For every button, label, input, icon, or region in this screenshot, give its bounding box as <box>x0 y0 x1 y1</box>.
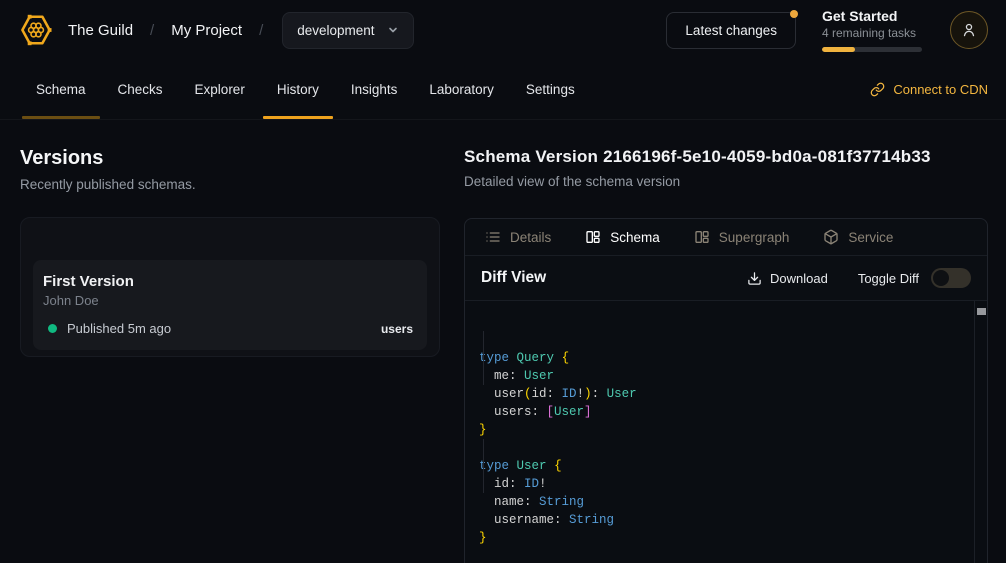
hive-logo-icon[interactable] <box>18 12 54 48</box>
toggle-diff-label: Toggle Diff <box>858 271 919 286</box>
tab-details[interactable]: Details <box>485 229 551 245</box>
scrollbar-thumb[interactable] <box>977 308 986 315</box>
columns-icon <box>694 229 710 245</box>
main-content: Versions Recently published schemas. Fir… <box>0 120 1006 563</box>
nav-tab-insights[interactable]: Insights <box>337 60 412 119</box>
versions-section: Versions Recently published schemas. Fir… <box>20 147 440 563</box>
code-line: users: [User] <box>479 403 973 421</box>
app-window: The Guild / My Project / development Lat… <box>0 0 1006 563</box>
version-list-item[interactable]: First Version John Doe Published 5m ago … <box>33 260 427 350</box>
chevron-down-icon <box>387 24 399 36</box>
breadcrumb-separator: / <box>150 22 154 39</box>
code-line <box>479 439 973 457</box>
progress-fill <box>822 47 855 52</box>
indent-guide <box>483 331 484 385</box>
diff-view-header: Diff View Download <box>465 256 987 301</box>
target-selector[interactable]: development <box>282 12 413 49</box>
nav-tab-laboratory[interactable]: Laboratory <box>415 60 508 119</box>
notification-dot <box>790 10 798 18</box>
person-icon <box>960 21 978 39</box>
breadcrumb-project[interactable]: My Project <box>171 22 242 39</box>
versions-subtitle: Recently published schemas. <box>20 177 440 192</box>
nav-tab-history[interactable]: History <box>263 60 333 119</box>
get-started-title: Get Started <box>822 8 922 24</box>
published-status-dot <box>48 324 57 333</box>
versions-list-card: First Version John Doe Published 5m ago … <box>20 217 440 357</box>
code-line: } <box>479 529 973 547</box>
version-status: Published 5m ago <box>67 321 171 336</box>
code-content: type Query { me: User user(id: ID!): Use… <box>479 349 973 547</box>
code-line: type User { <box>479 457 973 475</box>
version-detail-panel: Details Schema <box>464 218 988 563</box>
download-icon <box>747 271 762 286</box>
schema-code-viewer[interactable]: type Query { me: User user(id: ID!): Use… <box>465 301 987 563</box>
nav-tab-checks[interactable]: Checks <box>104 60 177 119</box>
code-line: type Query { <box>479 349 973 367</box>
code-line: user(id: ID!): User <box>479 385 973 403</box>
get-started-widget[interactable]: Get Started 4 remaining tasks <box>822 8 922 52</box>
link-icon <box>870 82 885 97</box>
schema-version-title: Schema Version 2166196f-5e10-4059-bd0a-0… <box>464 147 988 167</box>
latest-changes-button[interactable]: Latest changes <box>666 12 796 49</box>
tab-service[interactable]: Service <box>823 229 893 245</box>
toggle-knob <box>933 270 949 286</box>
get-started-subtitle: 4 remaining tasks <box>822 26 922 40</box>
code-line: id: ID! <box>479 475 973 493</box>
code-line: username: String <box>479 511 973 529</box>
tab-supergraph[interactable]: Supergraph <box>694 229 790 245</box>
version-service-badge: users <box>381 322 413 336</box>
breadcrumb-org[interactable]: The Guild <box>68 22 133 39</box>
code-line: } <box>479 421 973 439</box>
tab-underline <box>22 116 100 119</box>
download-button[interactable]: Download <box>747 271 828 286</box>
list-icon <box>485 229 501 245</box>
code-line: name: String <box>479 493 973 511</box>
connect-to-cdn-link[interactable]: Connect to CDN <box>870 82 988 97</box>
user-avatar[interactable] <box>950 11 988 49</box>
breadcrumb-separator: / <box>259 22 263 39</box>
get-started-progress-bar <box>822 47 922 52</box>
top-header: The Guild / My Project / development Lat… <box>0 0 1006 60</box>
columns-icon <box>585 229 601 245</box>
schema-version-detail: Schema Version 2166196f-5e10-4059-bd0a-0… <box>464 147 988 563</box>
schema-version-subtitle: Detailed view of the schema version <box>464 174 988 189</box>
target-selector-value: development <box>297 23 374 38</box>
diff-view-title: Diff View <box>481 269 546 287</box>
nav-tab-schema[interactable]: Schema <box>22 60 100 119</box>
code-line: me: User <box>479 367 973 385</box>
main-nav: Schema Checks Explorer History Insights … <box>0 60 1006 120</box>
tab-schema[interactable]: Schema <box>585 229 660 245</box>
version-author: John Doe <box>43 293 413 308</box>
latest-changes-label: Latest changes <box>685 23 777 38</box>
version-name: First Version <box>43 273 413 290</box>
versions-title: Versions <box>20 147 440 170</box>
code-scrollbar[interactable] <box>974 301 987 563</box>
detail-tab-bar: Details Schema <box>465 219 987 256</box>
tab-underline <box>263 116 333 119</box>
toggle-diff-switch[interactable] <box>931 268 971 288</box>
cube-icon <box>823 229 839 245</box>
nav-tab-explorer[interactable]: Explorer <box>181 60 259 119</box>
indent-guide <box>483 439 484 493</box>
nav-tab-settings[interactable]: Settings <box>512 60 589 119</box>
